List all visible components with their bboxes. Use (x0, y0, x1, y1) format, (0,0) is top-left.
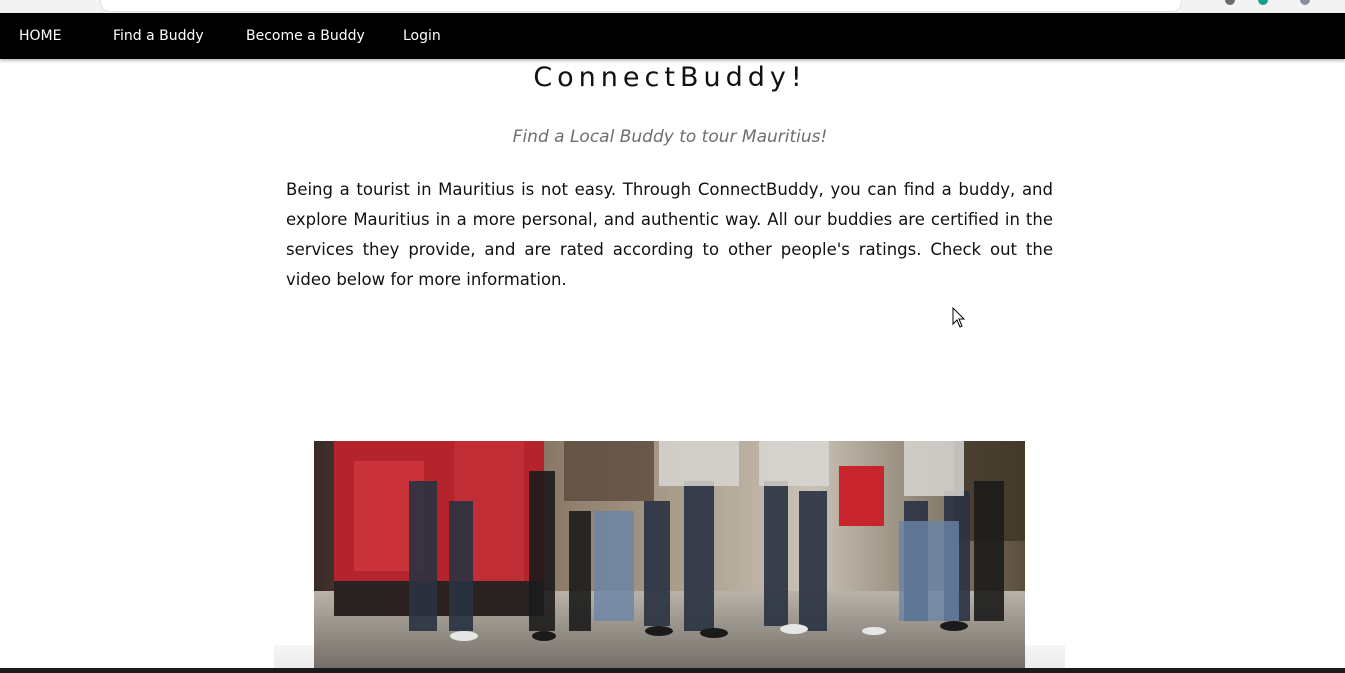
browser-toolbar (0, 0, 1345, 13)
intro-video[interactable] (314, 441, 1025, 673)
video-still-image (314, 441, 1025, 673)
page-title: ConnectBuddy! (533, 62, 807, 93)
nav-find-buddy-link[interactable]: Find a Buddy (113, 13, 204, 59)
window-bottom-edge (0, 668, 1345, 673)
mouse-cursor-icon (952, 307, 966, 328)
extension-icon[interactable] (1258, 0, 1268, 5)
extension-icon[interactable] (1225, 0, 1235, 5)
nav-become-buddy-link[interactable]: Become a Buddy (246, 13, 365, 59)
profile-avatar-icon[interactable] (1300, 0, 1310, 5)
tagline: Find a Local Buddy to tour Mauritius! (512, 127, 828, 147)
nav-login-link[interactable]: Login (403, 13, 441, 59)
intro-paragraph: Being a tourist in Mauritius is not easy… (286, 180, 1053, 289)
nav-home-link[interactable]: HOME (19, 13, 61, 59)
address-bar[interactable] (100, 0, 1182, 12)
top-navbar: HOME Find a Buddy Become a Buddy Login (0, 13, 1345, 59)
